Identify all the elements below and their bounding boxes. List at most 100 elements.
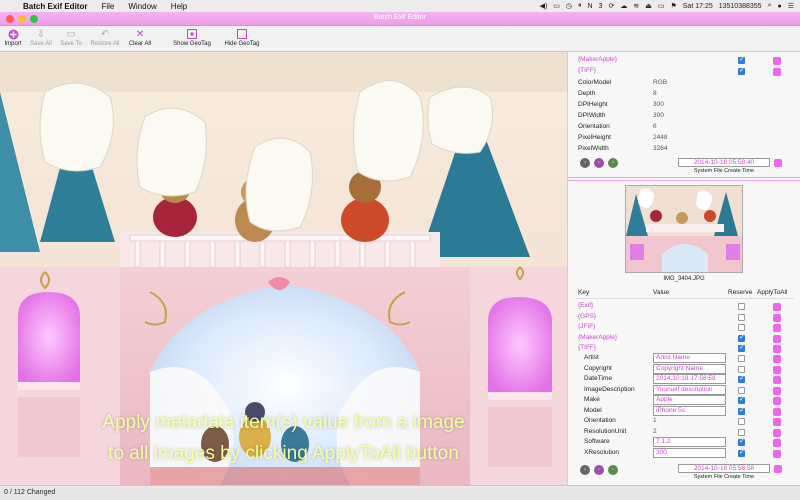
apply-date-toggle[interactable] <box>774 159 782 167</box>
metadata-row[interactable]: Orientation 6 <box>578 122 800 133</box>
sync-icon[interactable]: ⟳ <box>608 2 614 10</box>
notification-center-icon[interactable]: ☰ <box>788 2 794 10</box>
reserve-checkbox[interactable] <box>738 303 745 310</box>
metadata-value-field[interactable]: 7.1.2 <box>653 437 726 447</box>
metadata-row[interactable]: Model iPhone 5s <box>584 405 800 417</box>
metadata-value-field[interactable]: 300 <box>653 447 726 458</box>
menubar-phone[interactable]: 13510388355 <box>719 3 762 10</box>
menu-help[interactable]: Help <box>164 2 194 11</box>
apply-to-all-toggle[interactable] <box>773 407 781 416</box>
reserve-checkbox[interactable] <box>738 365 745 373</box>
volume-icon[interactable]: ◀) <box>540 2 548 10</box>
apply-to-all-toggle[interactable] <box>773 376 781 384</box>
metadata-row[interactable]: PixelWidth 3264 <box>578 144 800 155</box>
metadata-row[interactable]: Software 7.1.2 <box>584 437 800 448</box>
edit-mode-icon[interactable]: ◦ <box>594 465 604 475</box>
reserve-checkbox[interactable] <box>738 333 745 342</box>
apply-to-all-toggle[interactable] <box>773 334 781 343</box>
reserve-checkbox[interactable] <box>738 437 745 446</box>
metadata-row[interactable]: Orientation 1 <box>584 416 800 427</box>
reserve-checkbox[interactable] <box>738 313 745 321</box>
metadata-row[interactable]: ImageDescription Yourself description <box>584 384 800 396</box>
reserve-checkbox[interactable] <box>738 448 745 457</box>
metadata-row[interactable]: ResolutionUnit 2 <box>584 427 800 438</box>
n-icon[interactable]: N <box>588 3 593 10</box>
metadata-row[interactable]: ColorModel RGB <box>578 78 800 89</box>
map-mode-icon[interactable]: ◦ <box>608 158 618 168</box>
apply-to-all-toggle[interactable] <box>773 386 781 395</box>
group-row[interactable]: {JFIF} <box>578 322 800 333</box>
reserve-checkbox[interactable] <box>738 428 745 436</box>
list-mode-icon[interactable]: ◦ <box>580 158 590 168</box>
metadata-row[interactable]: Make Apple <box>584 395 800 406</box>
apply-to-all-toggle[interactable] <box>773 439 781 447</box>
metadata-row[interactable]: DPIWidth 300 <box>578 111 800 122</box>
menu-file[interactable]: File <box>94 2 121 11</box>
metadata-value-field[interactable]: Yourself description <box>653 384 726 395</box>
reserve-checkbox[interactable] <box>738 418 745 425</box>
file-create-date-field[interactable]: 2014-10-18 05:58:40 <box>678 158 770 167</box>
apply-to-all-toggle[interactable] <box>773 355 781 363</box>
metadata-value-field[interactable]: Artist Name <box>653 353 726 363</box>
reserve-checkbox[interactable] <box>738 355 745 362</box>
battery-badge[interactable]: 3 <box>599 3 603 10</box>
reserve-checkbox[interactable] <box>738 406 745 415</box>
list-mode-icon[interactable]: ◦ <box>580 465 590 475</box>
import-button[interactable]: Import <box>2 26 24 47</box>
file-create-date-field[interactable]: 2014-10-18 05:58:58 <box>678 464 770 473</box>
metadata-row[interactable]: XResolution 300 <box>584 447 800 459</box>
reserve-checkbox[interactable] <box>738 386 745 394</box>
group-row[interactable]: {GPS} <box>578 312 800 323</box>
flag-icon[interactable]: ⚑ <box>670 2 676 10</box>
apply-to-all-toggle[interactable] <box>773 68 781 76</box>
user-icon[interactable]: ● <box>777 3 781 10</box>
reserve-checkbox[interactable] <box>738 324 745 331</box>
edit-mode-icon[interactable]: ◦ <box>594 158 604 168</box>
image-thumbnail[interactable] <box>625 185 743 273</box>
reserve-checkbox[interactable] <box>738 374 745 383</box>
apply-to-all-toggle[interactable] <box>773 428 781 437</box>
metadata-row[interactable]: Copyright Copyright Name <box>584 363 800 375</box>
display-icon[interactable]: ▭ <box>553 2 560 10</box>
metadata-row[interactable]: Depth 8 <box>578 89 800 100</box>
restore-all-button[interactable]: ↶ Restore All <box>88 26 122 48</box>
apply-to-all-toggle[interactable] <box>773 303 781 311</box>
apply-to-all-toggle[interactable] <box>773 345 781 353</box>
time-machine-icon[interactable]: ◷ <box>566 2 572 10</box>
group-row[interactable]: {TIFF} <box>578 66 800 77</box>
metadata-row[interactable]: Artist Artist Name <box>584 353 800 364</box>
wifi-icon[interactable]: ≋ <box>633 2 639 10</box>
app-menu[interactable]: Batch Exif Editor <box>16 2 94 11</box>
apply-date-toggle[interactable] <box>774 465 782 473</box>
hide-geotag-button[interactable]: Hide GeoTag <box>222 26 262 47</box>
metadata-value-field[interactable]: iPhone 5s <box>653 405 726 416</box>
apply-to-all-toggle[interactable] <box>773 449 781 458</box>
apply-to-all-toggle[interactable] <box>773 397 781 405</box>
save-all-button[interactable]: ⇩ Save All <box>28 26 54 48</box>
menubar-clock[interactable]: Sat 17:25 <box>683 3 713 10</box>
metadata-value-field[interactable]: 2014:10:18 17:58:58 <box>653 374 726 384</box>
menu-window[interactable]: Window <box>121 2 163 11</box>
metadata-value-field[interactable]: Copyright Name <box>653 363 726 374</box>
metadata-row[interactable]: DPIHeight 300 <box>578 100 800 111</box>
reserve-checkbox[interactable] <box>738 55 745 64</box>
group-row[interactable]: {Exif} <box>578 301 800 312</box>
eject-icon[interactable]: ⏏ <box>645 2 652 10</box>
wechat-icon[interactable]: ☁ <box>620 2 627 10</box>
apply-to-all-toggle[interactable] <box>773 418 781 426</box>
metadata-row[interactable]: DateTime 2014:10:18 17:58:58 <box>584 374 800 385</box>
save-to-button[interactable]: ▭ Save To <box>58 26 84 48</box>
clear-all-button[interactable]: ✕ Clear All <box>126 26 154 48</box>
photo-preview[interactable]: Apply metadata item(s) value from a imag… <box>0 52 567 485</box>
reserve-checkbox[interactable] <box>738 343 745 352</box>
reserve-checkbox[interactable] <box>738 395 745 404</box>
group-row[interactable]: {MakerApple} <box>578 55 800 66</box>
reserve-checkbox[interactable] <box>738 66 745 75</box>
apply-to-all-toggle[interactable] <box>773 365 781 374</box>
metadata-row[interactable]: PixelHeight 2448 <box>578 133 800 144</box>
apply-to-all-toggle[interactable] <box>773 313 781 322</box>
metadata-value-field[interactable]: Apple <box>653 395 726 405</box>
show-geotag-button[interactable]: Show GeoTag <box>172 26 212 47</box>
group-row[interactable]: {MakerApple} <box>578 333 800 344</box>
apply-to-all-toggle[interactable] <box>773 57 781 65</box>
